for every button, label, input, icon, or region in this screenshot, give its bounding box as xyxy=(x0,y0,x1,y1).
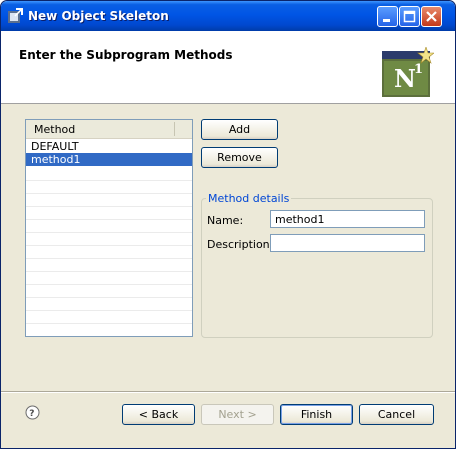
grid-line xyxy=(26,258,192,259)
add-button[interactable]: Add xyxy=(201,119,278,140)
table-header[interactable]: Method xyxy=(26,120,192,139)
grid-line xyxy=(26,232,192,233)
grid-line xyxy=(26,219,192,220)
title-bar[interactable]: New Object Skeleton xyxy=(1,1,455,31)
name-label: Name: xyxy=(207,214,244,227)
close-button[interactable] xyxy=(421,6,442,27)
table-row-selected[interactable]: method1 xyxy=(26,153,192,166)
wizard-header: Enter the Subprogram Methods N 1 xyxy=(1,31,455,104)
close-icon xyxy=(426,11,437,22)
grid-line xyxy=(26,271,192,272)
next-button[interactable]: Next > xyxy=(201,404,274,425)
description-input[interactable] xyxy=(270,234,425,252)
app-icon xyxy=(8,8,23,23)
back-button[interactable]: < Back xyxy=(122,404,195,425)
cancel-button[interactable]: Cancel xyxy=(359,404,434,425)
grid-line xyxy=(26,323,192,324)
method-details-title: Method details xyxy=(206,192,292,205)
minimize-icon xyxy=(383,19,390,22)
methods-table[interactable]: Method DEFAULT method1 xyxy=(25,119,193,337)
description-label: Description: xyxy=(207,238,274,251)
grid-line xyxy=(26,284,192,285)
grid-line xyxy=(26,206,192,207)
grid-line xyxy=(26,297,192,298)
svg-text:1: 1 xyxy=(414,62,423,77)
grid-line xyxy=(26,310,192,311)
table-row[interactable]: DEFAULT xyxy=(26,140,192,153)
column-divider[interactable] xyxy=(174,122,175,136)
maximize-button[interactable] xyxy=(399,6,420,27)
grid-line xyxy=(26,193,192,194)
page-title: Enter the Subprogram Methods xyxy=(19,48,233,62)
grid-line xyxy=(26,180,192,181)
name-input[interactable] xyxy=(270,210,425,228)
method-cell: DEFAULT xyxy=(31,140,79,153)
window-title: New Object Skeleton xyxy=(28,9,169,23)
natural-logo-icon: N 1 xyxy=(382,47,434,97)
dialog-window: New Object Skeleton Enter the Subprogram… xyxy=(0,0,456,449)
svg-text:N: N xyxy=(394,64,416,93)
finish-button[interactable]: Finish xyxy=(280,404,353,425)
grid-line xyxy=(26,245,192,246)
help-icon[interactable]: ? xyxy=(25,405,40,420)
minimize-button[interactable] xyxy=(377,6,398,27)
column-header-method: Method xyxy=(34,123,76,136)
maximize-icon xyxy=(403,10,416,23)
remove-button[interactable]: Remove xyxy=(201,147,278,168)
footer-separator-highlight xyxy=(1,392,455,393)
method-cell: method1 xyxy=(31,153,81,166)
svg-text:?: ? xyxy=(29,409,34,419)
